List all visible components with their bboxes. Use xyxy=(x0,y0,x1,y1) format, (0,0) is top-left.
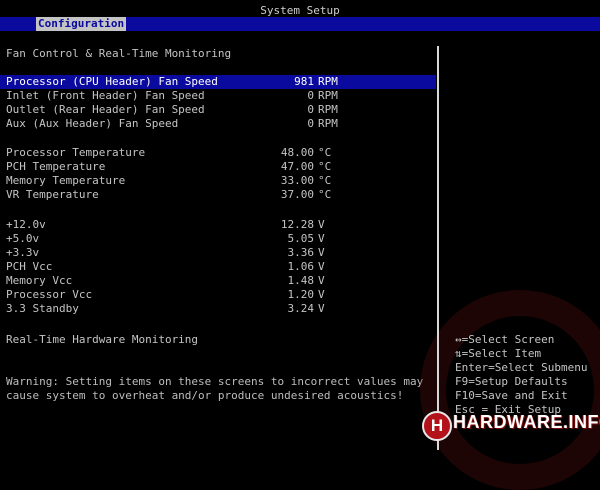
fan-row-cpu[interactable]: Processor (CPU Header) Fan Speed 981 RPM xyxy=(0,75,436,89)
help-setup-defaults: F9=Setup Defaults xyxy=(455,375,568,388)
warning-text: Warning: Setting items on these screens … xyxy=(6,375,424,402)
temp-value: 33.00 xyxy=(280,174,314,187)
temp-row-processor[interactable]: Processor Temperature 48.00 °C xyxy=(0,146,436,160)
section-title: Fan Control & Real-Time Monitoring xyxy=(6,47,232,60)
fan-unit: RPM xyxy=(318,103,338,116)
volt-unit: V xyxy=(318,288,325,301)
volt-row-pch-vcc[interactable]: PCH Vcc 1.06 V xyxy=(0,260,436,274)
volt-row-processor-vcc[interactable]: Processor Vcc 1.20 V xyxy=(0,288,436,302)
fan-row-aux[interactable]: Aux (Aux Header) Fan Speed 0 RPM xyxy=(0,117,436,131)
volt-label: +12.0v xyxy=(6,218,46,231)
fan-value: 0 xyxy=(307,103,314,116)
volt-label: +3.3v xyxy=(6,246,40,259)
temp-row-pch[interactable]: PCH Temperature 47.00 °C xyxy=(0,160,436,174)
bios-screen: System Setup Configuration Fan Control &… xyxy=(0,0,600,490)
volt-unit: V xyxy=(318,232,325,245)
volt-row-standby[interactable]: 3.3 Standby 3.24 V xyxy=(0,302,436,316)
temp-unit: °C xyxy=(318,188,332,201)
volt-value: 1.48 xyxy=(287,274,315,287)
volt-unit: V xyxy=(318,260,325,273)
volt-row-3v3[interactable]: +3.3v 3.36 V xyxy=(0,246,436,260)
window-title: System Setup xyxy=(260,4,340,17)
volt-unit: V xyxy=(318,302,325,315)
fan-label: Processor (CPU Header) Fan Speed xyxy=(6,75,218,88)
temp-unit: °C xyxy=(318,146,332,159)
temp-label: Memory Temperature xyxy=(6,174,126,187)
volt-value: 12.28 xyxy=(280,218,314,231)
fan-unit: RPM xyxy=(318,117,338,130)
volt-value: 1.20 xyxy=(287,288,315,301)
temp-label: VR Temperature xyxy=(6,188,99,201)
volt-unit: V xyxy=(318,246,325,259)
fan-label: Aux (Aux Header) Fan Speed xyxy=(6,117,179,130)
help-select-screen: ↔=Select Screen xyxy=(455,333,555,346)
volt-row-12v[interactable]: +12.0v 12.28 V xyxy=(0,218,436,232)
volt-row-memory-vcc[interactable]: Memory Vcc 1.48 V xyxy=(0,274,436,288)
temp-value: 37.00 xyxy=(280,188,314,201)
tab-bar: Configuration xyxy=(0,17,600,31)
fan-label: Inlet (Front Header) Fan Speed xyxy=(6,89,205,102)
volt-label: 3.3 Standby xyxy=(6,302,79,315)
temp-value: 47.00 xyxy=(280,160,314,173)
temp-unit: °C xyxy=(318,174,332,187)
fan-unit: RPM xyxy=(318,89,338,102)
temp-value: 48.00 xyxy=(280,146,314,159)
volt-value: 3.36 xyxy=(287,246,315,259)
help-select-submenu: Enter=Select Submenu xyxy=(455,361,588,374)
temp-unit: °C xyxy=(318,160,332,173)
hardware-info-logo: H HARDWARE.INFO xyxy=(420,405,600,450)
logo-text: HARDWARE.INFO xyxy=(453,412,600,432)
help-select-item: ⇅=Select Item xyxy=(455,347,542,360)
volt-label: +5.0v xyxy=(6,232,40,245)
fan-row-outlet[interactable]: Outlet (Rear Header) Fan Speed 0 RPM xyxy=(0,103,436,117)
tab-configuration[interactable]: Configuration xyxy=(36,17,127,31)
fan-value: 981 xyxy=(294,75,314,88)
panel-divider xyxy=(437,46,439,450)
volt-row-5v[interactable]: +5.0v 5.05 V xyxy=(0,232,436,246)
volt-unit: V xyxy=(318,274,325,287)
realtime-monitoring-label: Real-Time Hardware Monitoring xyxy=(6,333,199,346)
volt-unit: V xyxy=(318,218,325,231)
volt-label: Processor Vcc xyxy=(6,288,93,301)
temp-row-vr[interactable]: VR Temperature 37.00 °C xyxy=(0,188,436,202)
fan-value: 0 xyxy=(307,89,314,102)
logo-h-icon: H xyxy=(422,411,452,441)
fan-row-inlet[interactable]: Inlet (Front Header) Fan Speed 0 RPM xyxy=(0,89,436,103)
volt-label: PCH Vcc xyxy=(6,260,53,273)
temp-row-memory[interactable]: Memory Temperature 33.00 °C xyxy=(0,174,436,188)
volt-value: 5.05 xyxy=(287,232,315,245)
volt-value: 3.24 xyxy=(287,302,315,315)
volt-label: Memory Vcc xyxy=(6,274,73,287)
temp-label: PCH Temperature xyxy=(6,160,106,173)
fan-value: 0 xyxy=(307,117,314,130)
volt-value: 1.06 xyxy=(287,260,315,273)
fan-unit: RPM xyxy=(318,75,338,88)
fan-label: Outlet (Rear Header) Fan Speed xyxy=(6,103,205,116)
help-save-exit: F10=Save and Exit xyxy=(455,389,568,402)
temp-label: Processor Temperature xyxy=(6,146,146,159)
